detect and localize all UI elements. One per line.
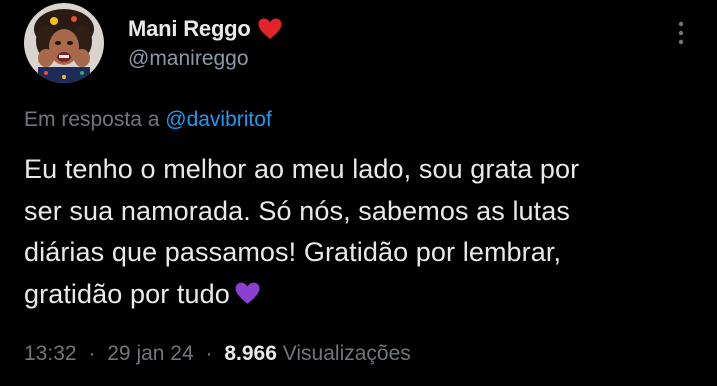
display-name[interactable]: Mani Reggo — [128, 16, 251, 42]
reply-mention-link[interactable]: @davibritof — [165, 108, 272, 131]
tweet-card: Mani Reggo @manireggo Em resposta a @dav… — [0, 0, 717, 386]
red-heart-icon — [257, 17, 283, 41]
tweet-text: Eu tenho o melhor ao meu lado, sou grata… — [24, 149, 704, 315]
purple-heart-icon — [234, 277, 261, 304]
user-handle[interactable]: @manireggo — [128, 47, 283, 71]
author-info: Mani Reggo @manireggo — [128, 14, 283, 71]
avatar-image — [24, 3, 104, 83]
tweet-line: gratidão por tudo — [24, 278, 230, 309]
views-label: Visualizações — [282, 342, 411, 365]
tweet-line: ser sua namorada. Só nós, sabemos as lut… — [24, 195, 570, 226]
views-count[interactable]: 8.966 — [224, 342, 277, 365]
reply-context: Em resposta a @davibritof — [24, 108, 272, 132]
tweet-last-line-wrap: gratidão por tudo — [24, 274, 704, 316]
tweet-time[interactable]: 13:32 — [24, 342, 77, 365]
tweet-meta: 13:32 · 29 jan 24 · 8.966 Visualizações — [24, 342, 411, 366]
meta-separator: · — [88, 342, 96, 365]
tweet-line: Eu tenho o melhor ao meu lado, sou grata… — [24, 154, 580, 184]
avatar[interactable] — [24, 3, 104, 83]
name-row: Mani Reggo — [128, 14, 283, 44]
tweet-date[interactable]: 29 jan 24 — [107, 342, 193, 365]
meta-separator: · — [205, 342, 213, 365]
more-options-icon[interactable] — [672, 18, 690, 50]
tweet-line: diárias que passamos! Gratidão por lembr… — [24, 237, 562, 267]
reply-prefix: Em resposta a — [24, 108, 160, 131]
